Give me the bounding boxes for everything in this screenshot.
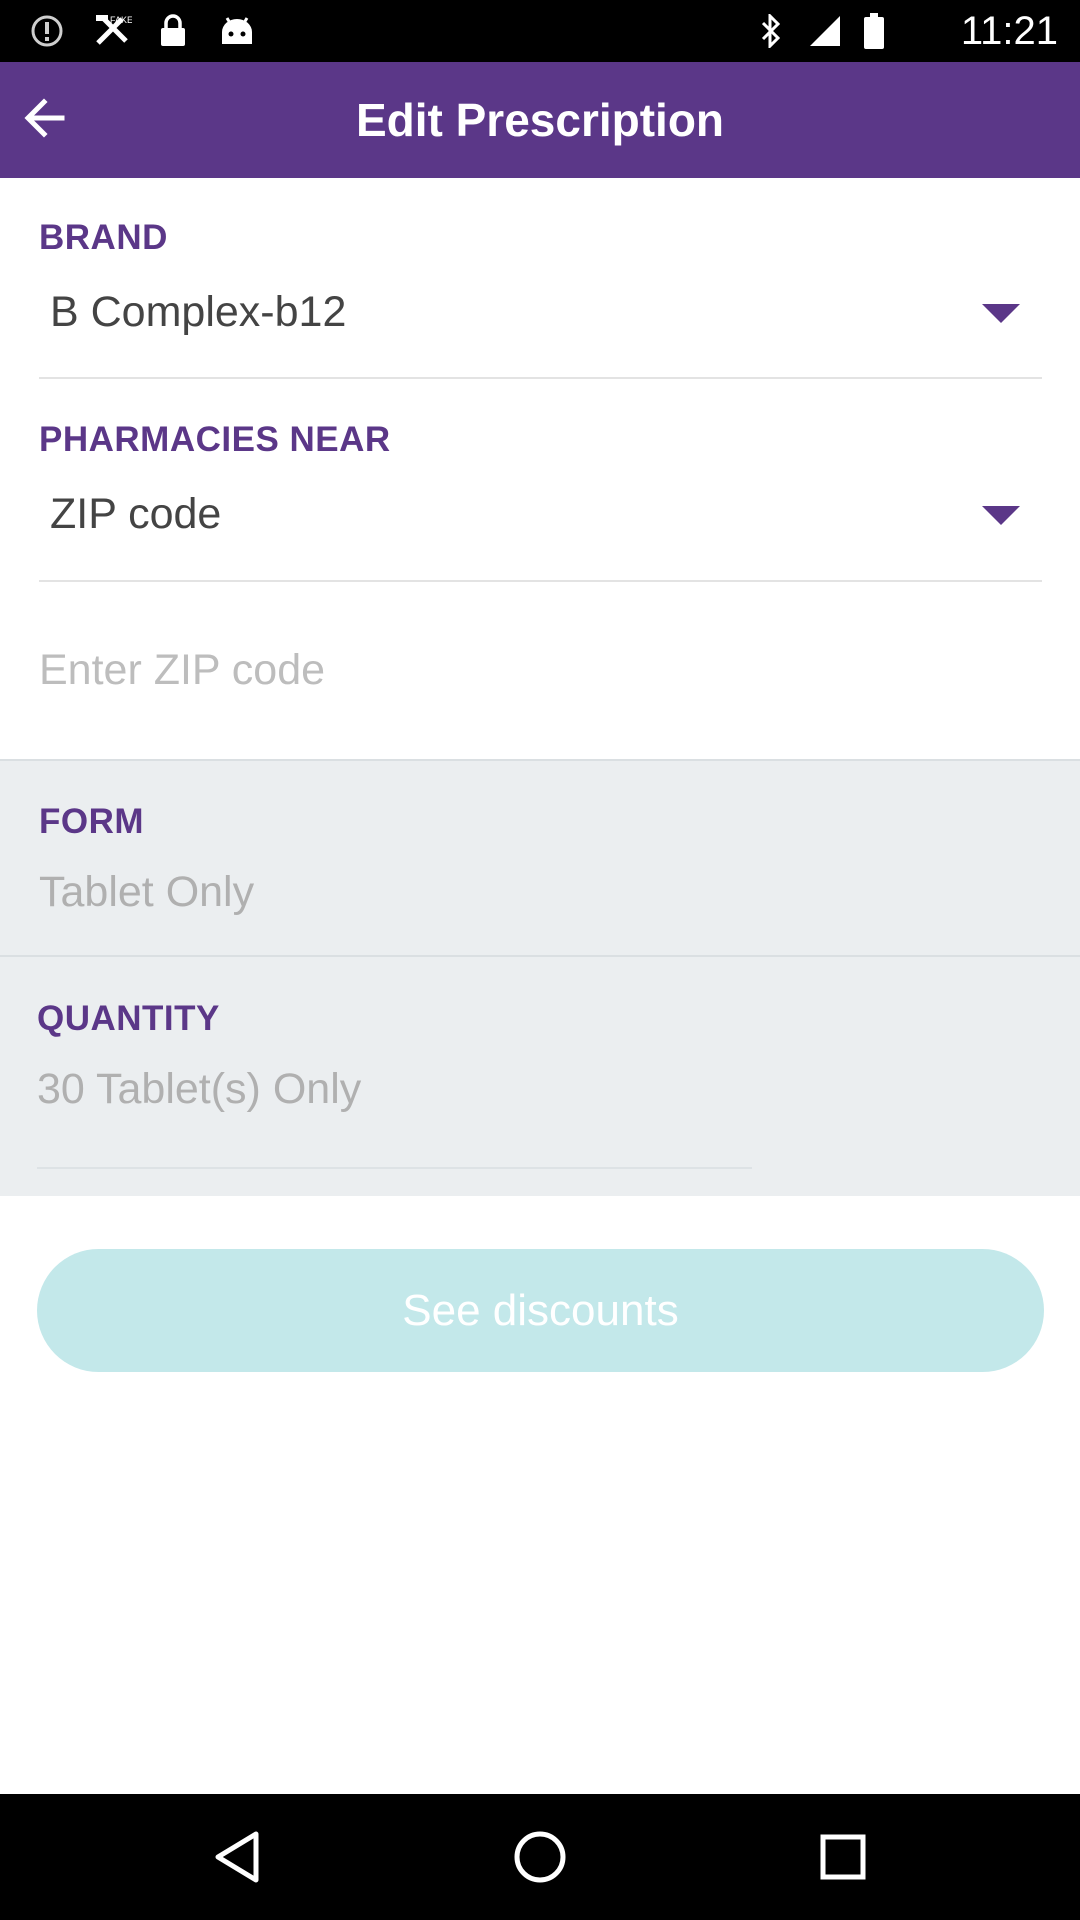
navigation-bar [0,1794,1080,1920]
brand-label: BRAND [39,218,168,257]
app-bar: Edit Prescription [0,62,1080,178]
signal-icon [808,14,842,48]
status-bar: FAKE 11:21 [0,0,1080,62]
bluetooth-icon [754,14,788,48]
back-triangle-icon[interactable] [204,1824,270,1890]
alert-circle-icon [30,14,64,48]
pharmacies-divider [39,580,1042,582]
form-label: FORM [39,802,145,841]
fake-gps-icon: FAKE [92,14,132,48]
pharmacies-label: PHARMACIES NEAR [39,420,391,459]
form-panel: FORM Tablet Only [0,760,1080,956]
quantity-panel: QUANTITY 30 Tablet(s) Only [0,957,1080,1196]
svg-text:FAKE: FAKE [110,15,132,25]
quantity-underline [37,1167,752,1169]
home-circle-icon[interactable] [507,1824,573,1890]
pharmacies-select[interactable]: ZIP code [39,482,1042,580]
recents-square-icon[interactable] [810,1824,876,1890]
panel-divider-top [0,759,1080,761]
brand-select[interactable]: B Complex-b12 [39,280,1042,378]
battery-icon [862,13,886,49]
lock-icon [156,14,190,48]
page-title: Edit Prescription [355,94,725,146]
brand-divider [39,377,1042,379]
chevron-down-icon [982,506,1020,525]
see-discounts-button[interactable]: See discounts [37,1249,1044,1372]
quantity-value: 30 Tablet(s) Only [37,1065,362,1113]
status-time: 11:21 [960,9,1058,53]
form-value: Tablet Only [39,868,255,916]
android-icon [218,14,256,48]
brand-value: B Complex-b12 [50,288,347,336]
quantity-label: QUANTITY [37,999,220,1038]
pharmacies-value: ZIP code [50,490,222,538]
chevron-down-icon [982,304,1020,323]
zip-code-input[interactable] [39,636,1042,704]
